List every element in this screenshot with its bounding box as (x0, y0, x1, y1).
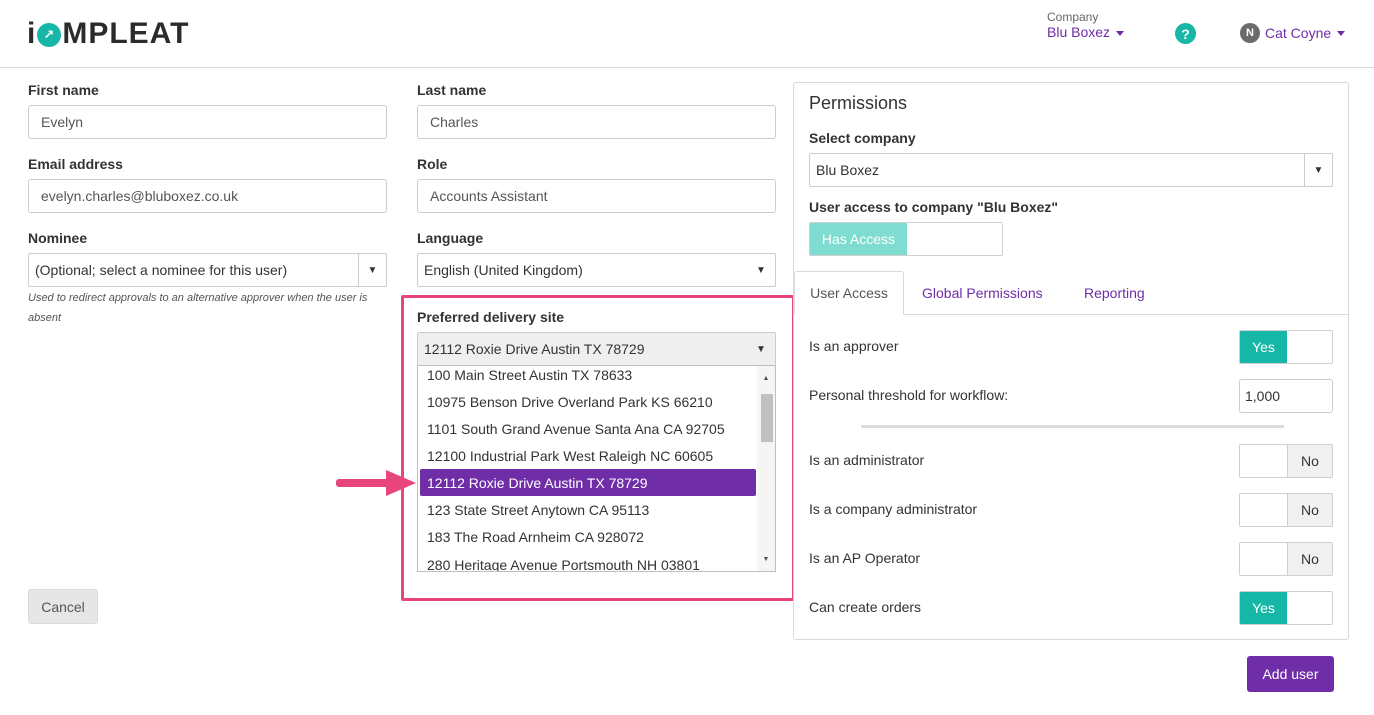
add-user-button[interactable]: Add user (1247, 656, 1334, 692)
create-orders-toggle[interactable]: Yes (1239, 591, 1333, 625)
last-name-input[interactable]: Charles (417, 105, 776, 139)
tab-global-permissions[interactable]: Global Permissions (922, 285, 1043, 301)
app-header: i ↗ MPLEAT Company Blu Boxez ? N Cat Coyne (0, 0, 1374, 68)
last-name-label: Last name (417, 82, 487, 98)
company-label: Company (1047, 10, 1099, 24)
administrator-label: Is an administrator (809, 452, 925, 468)
avatar: N (1240, 23, 1260, 43)
cancel-button[interactable]: Cancel (28, 589, 98, 624)
toggle-off-side (1287, 592, 1332, 624)
ap-operator-toggle[interactable]: No (1239, 542, 1333, 576)
user-name: Cat Coyne (1265, 25, 1332, 41)
nominee-hint: Used to redirect approvals to an alterna… (28, 292, 368, 324)
threshold-label: Personal threshold for workflow: (809, 387, 1009, 403)
language-select[interactable]: English (United Kingdom) ▼ (417, 253, 776, 287)
nominee-select[interactable]: (Optional; select a nominee for this use… (28, 253, 387, 287)
administrator-toggle[interactable]: No (1239, 444, 1333, 478)
toggle-on-side (1240, 445, 1287, 477)
nominee-label: Nominee (28, 230, 88, 246)
company-admin-toggle[interactable]: No (1239, 493, 1333, 527)
icompleat-logo[interactable]: i ↗ MPLEAT (27, 14, 189, 54)
user-access-label: User access to company "Blu Boxez" (809, 199, 1059, 215)
user-menu[interactable]: N Cat Coyne (1240, 23, 1346, 43)
triangle-down-icon: ▼ (358, 254, 386, 286)
company-admin-label: Is a company administrator (809, 501, 978, 517)
toggle-off-side (907, 223, 1002, 255)
caret-down-icon (1337, 30, 1346, 36)
section-divider (861, 425, 1284, 428)
pointer-arrow-icon (336, 470, 416, 496)
company-select[interactable]: Blu Boxez ▼ (809, 153, 1333, 187)
toggle-no: No (1287, 445, 1332, 477)
logo-prefix: i (27, 17, 37, 50)
email-label: Email address (28, 156, 123, 172)
company-select-value: Blu Boxez (816, 162, 880, 178)
create-orders-label: Can create orders (809, 599, 922, 615)
approver-label: Is an approver (809, 338, 899, 354)
logo-arrow-icon: ↗ (37, 23, 62, 47)
toggle-yes: Yes (1240, 331, 1287, 363)
question-circle-icon[interactable]: ? (1175, 23, 1196, 44)
company-name: Blu Boxez (1047, 24, 1111, 40)
toggle-yes: Yes (1240, 592, 1287, 624)
has-access-on: Has Access (810, 223, 907, 255)
has-access-toggle[interactable]: Has Access (809, 222, 1003, 256)
toggle-on-side (1240, 543, 1287, 575)
ap-operator-label: Is an AP Operator (809, 550, 921, 566)
highlight-box (401, 295, 795, 601)
tab-reporting[interactable]: Reporting (1084, 285, 1145, 301)
role-label: Role (417, 156, 448, 172)
toggle-on-side (1240, 494, 1287, 526)
threshold-input[interactable]: 1,000 (1239, 379, 1333, 413)
email-field[interactable]: evelyn.charles@bluboxez.co.uk (28, 179, 387, 213)
triangle-down-icon: ▼ (1304, 154, 1332, 186)
caret-down-icon (1116, 30, 1125, 36)
triangle-down-icon: ▼ (756, 264, 766, 276)
role-input[interactable]: Accounts Assistant (417, 179, 776, 213)
first-name-label: First name (28, 82, 99, 98)
approver-toggle[interactable]: Yes (1239, 330, 1333, 364)
company-switcher[interactable]: Blu Boxez (1047, 24, 1125, 40)
toggle-off-side (1287, 331, 1332, 363)
permissions-title: Permissions (809, 93, 908, 113)
toggle-no: No (1287, 494, 1332, 526)
logo-suffix: MPLEAT (62, 17, 190, 50)
select-company-label: Select company (809, 130, 916, 146)
tab-user-access[interactable]: User Access (794, 271, 904, 315)
first-name-input[interactable]: Evelyn (28, 105, 387, 139)
nominee-value: (Optional; select a nominee for this use… (35, 262, 288, 278)
language-label: Language (417, 230, 484, 246)
toggle-no: No (1287, 543, 1332, 575)
language-value: English (United Kingdom) (424, 262, 583, 278)
